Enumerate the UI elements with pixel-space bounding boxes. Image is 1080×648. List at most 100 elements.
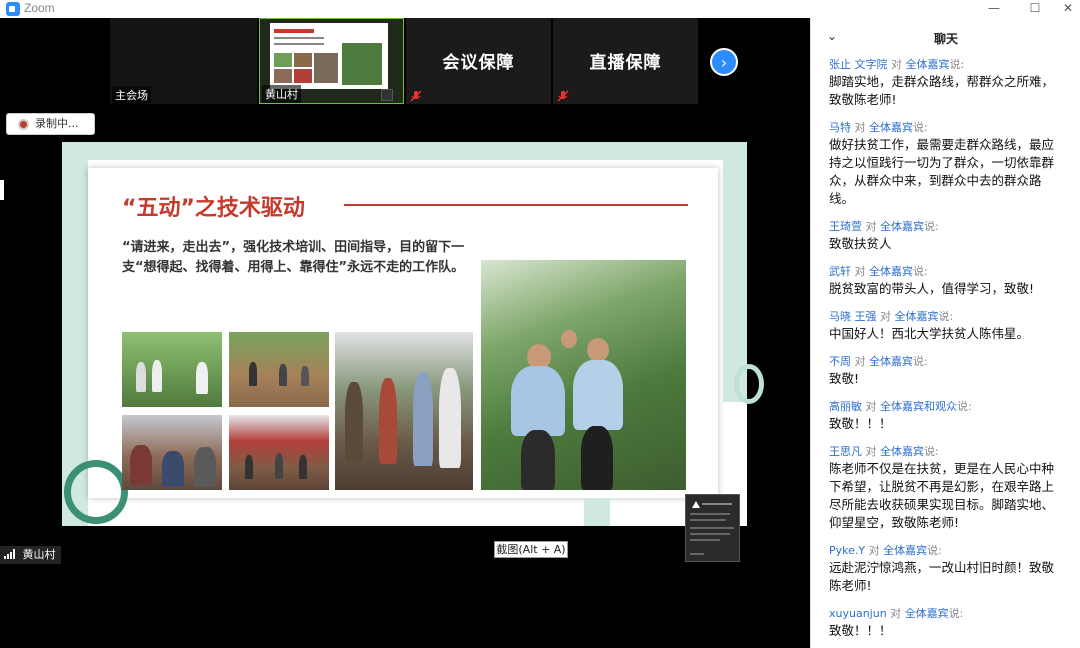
- self-view-name: 黄山村: [22, 548, 56, 561]
- mic-muted-icon: [557, 90, 569, 102]
- close-button[interactable]: ✕: [1050, 0, 1080, 18]
- recording-label: 录制中...: [35, 117, 79, 130]
- chat-message-meta: xuyuanjun 对 全体嘉宾说:: [829, 607, 964, 620]
- slide-body-text: “请进来，走出去”，强化技术培训、田间指导，目的留下一支“想得起、找得着、用得上…: [122, 240, 465, 275]
- title-underline: [344, 204, 688, 206]
- minimize-button[interactable]: —: [976, 0, 1012, 18]
- chat-panel: ⌄ 聊天 张止 文字院 对 全体嘉宾说: 脚踏实地，走群众路线，帮群众之所难，致敬…: [810, 18, 1080, 648]
- chat-recipient[interactable]: 全体嘉宾: [869, 121, 913, 134]
- window-title: Zoom: [24, 1, 55, 15]
- chat-sender[interactable]: Pyke.Y: [829, 544, 865, 557]
- chevron-right-icon: ›: [720, 53, 728, 72]
- chat-recipient[interactable]: 全体嘉宾: [883, 544, 927, 557]
- chat-message: 高丽敏 对 全体嘉宾和观众说: 致敬！！！: [829, 400, 1061, 433]
- chat-header: ⌄ 聊天: [811, 18, 1080, 54]
- chat-sender[interactable]: 不周: [829, 355, 851, 368]
- warning-popup[interactable]: [685, 494, 740, 562]
- tile-options-icon[interactable]: [381, 89, 393, 101]
- chat-message: 张止 文字院 对 全体嘉宾说: 脚踏实地，走群众路线，帮群众之所难，致敬陈老师!: [829, 58, 1061, 109]
- chat-suffix: 说:: [938, 310, 954, 323]
- chat-message-text: 致敬扶贫人: [829, 236, 892, 251]
- video-tile-meeting-support[interactable]: 会议保障: [406, 18, 551, 104]
- chat-message-text: 脚踏实地，走群众路线，帮群众之所难，致敬陈老师!: [829, 74, 1055, 107]
- chat-suffix: 说:: [924, 445, 939, 458]
- chat-sender[interactable]: 高丽敏: [829, 400, 862, 413]
- tile-label: 直播保障: [589, 53, 662, 73]
- chat-message: 马晓 王强 对 全体嘉宾说: 中国好人！西北大学扶贫人陈伟星。: [829, 310, 1061, 343]
- chat-recipient[interactable]: 全体嘉宾和观众: [880, 400, 957, 413]
- chat-suffix: 说:: [949, 58, 965, 71]
- chat-message: 王琦萱 对 全体嘉宾说: 致敬扶贫人: [829, 220, 1061, 253]
- chat-message: xuyuanjun 对 全体嘉宾说: 致敬！！！: [829, 607, 1061, 640]
- chat-message-meta: 王琦萱 对 全体嘉宾说:: [829, 220, 939, 233]
- chat-sender[interactable]: xuyuanjun: [829, 607, 887, 620]
- chat-recipient[interactable]: 全体嘉宾: [869, 355, 913, 368]
- screenshot-tooltip: 截图(Alt + A): [494, 541, 568, 558]
- chat-message-meta: 马晓 王强 对 全体嘉宾说:: [829, 310, 954, 323]
- decorative-ring: [734, 364, 764, 404]
- recording-indicator[interactable]: 录制中...: [6, 113, 95, 135]
- video-tile-live-support[interactable]: 直播保障: [553, 18, 698, 104]
- chat-sender[interactable]: 张止 文字院: [829, 58, 888, 71]
- chat-suffix: 说:: [957, 400, 972, 413]
- chat-message-meta: 不周 对 全体嘉宾说:: [829, 355, 928, 368]
- title-bar: Zoom — ☐ ✕: [0, 0, 1080, 18]
- chat-message-meta: 武轩 对 全体嘉宾说:: [829, 265, 928, 278]
- chat-message: 王思凡 对 全体嘉宾说: 陈老师不仅是在扶贫，更是在人民心中种下希望，让脱贫不再是…: [829, 445, 1061, 532]
- chat-suffix: 说:: [913, 355, 928, 368]
- next-page-button[interactable]: ›: [710, 48, 738, 76]
- chat-message-meta: Pyke.Y 对 全体嘉宾说:: [829, 544, 942, 557]
- chat-message-list[interactable]: 张止 文字院 对 全体嘉宾说: 脚踏实地，走群众路线，帮群众之所难，致敬陈老师! 马…: [829, 58, 1061, 648]
- chat-sender[interactable]: 王琦萱: [829, 220, 862, 233]
- chat-recipient[interactable]: 全体嘉宾: [880, 220, 924, 233]
- chat-message-text: 远赴泥泞惊鸿燕，一改山村旧时颜！致敬陈老师!: [829, 560, 1055, 593]
- chat-sender[interactable]: 马晓 王强: [829, 310, 877, 323]
- chat-message-meta: 张止 文字院 对 全体嘉宾说:: [829, 58, 965, 71]
- photo-greenhouse-inspection: [335, 332, 473, 490]
- signal-strength-icon: [4, 549, 16, 559]
- chat-message-meta: 马特 对 全体嘉宾说:: [829, 121, 928, 134]
- chat-title: 聊天: [933, 32, 958, 46]
- chat-recipient[interactable]: 全体嘉宾: [905, 607, 949, 620]
- chat-message-text: 做好扶贫工作，最需要走群众路线，最应持之以恒践行一切为了群众，一切依靠群众，从群…: [829, 137, 1055, 206]
- chat-message-text: 脱贫致富的带头人，值得学习，致敬!: [829, 281, 1035, 296]
- chat-recipient[interactable]: 全体嘉宾: [906, 58, 950, 71]
- chat-recipient[interactable]: 全体嘉宾: [880, 445, 924, 458]
- tile-label: 会议保障: [442, 53, 515, 73]
- chat-recipient[interactable]: 全体嘉宾: [895, 310, 939, 323]
- zoom-window: Zoom — ☐ ✕ 主会场 黄山村 会议保障 直播保障 › 录制中... “五…: [0, 0, 1080, 648]
- record-dot-icon: [18, 119, 29, 130]
- video-area: 主会场 黄山村 会议保障 直播保障 › 录制中... “五动”之技术驱动 “请进…: [0, 18, 810, 648]
- video-tile-huangshan-village[interactable]: 黄山村: [259, 18, 404, 104]
- chat-suffix: 说:: [913, 121, 928, 134]
- chat-suffix: 说:: [948, 607, 964, 620]
- maximize-button[interactable]: ☐: [1017, 0, 1053, 18]
- photo-village-greenhouse: [229, 415, 329, 490]
- shared-slide-thumbnail: [270, 23, 388, 89]
- mic-muted-icon: [410, 90, 422, 102]
- chat-message-meta: 王思凡 对 全体嘉宾说:: [829, 445, 939, 458]
- chat-suffix: 说:: [927, 544, 942, 557]
- chat-message-text: 陈老师不仅是在扶贫，更是在人民心中种下希望，让脱贫不再是幻影，在艰辛路上尽所能去…: [829, 461, 1055, 530]
- chat-sender[interactable]: 马特: [829, 121, 851, 134]
- video-tile-main-venue[interactable]: 主会场: [110, 18, 257, 104]
- chat-message: 不周 对 全体嘉宾说: 致敬!: [829, 355, 1061, 388]
- chat-suffix: 说:: [913, 265, 928, 278]
- chat-message-text: 中国好人！西北大学扶贫人陈伟星。: [829, 326, 1030, 341]
- chat-message: 马特 对 全体嘉宾说: 做好扶贫工作，最需要走群众路线，最应持之以恒践行一切为了群…: [829, 121, 1061, 208]
- chat-message: Pyke.Y 对 全体嘉宾说: 远赴泥泞惊鸿燕，一改山村旧时颜！致敬陈老师!: [829, 544, 1061, 595]
- shared-screen-slide: “五动”之技术驱动 “请进来，走出去”，强化技术培训、田间指导，目的留下一支“想…: [62, 142, 764, 526]
- zoom-logo-icon: [6, 2, 20, 16]
- chat-message-text: 致敬！！！: [829, 623, 892, 638]
- self-view-label: 黄山村: [0, 546, 61, 564]
- chat-recipient[interactable]: 全体嘉宾: [869, 265, 913, 278]
- chat-sender[interactable]: 武轩: [829, 265, 851, 278]
- chat-sender[interactable]: 王思凡: [829, 445, 862, 458]
- chat-suffix: 说:: [924, 220, 939, 233]
- side-marker: [0, 180, 4, 200]
- participant-name: 黄山村: [262, 85, 301, 103]
- photo-field-visit: [122, 332, 222, 407]
- chat-message-meta: 高丽敏 对 全体嘉宾和观众说:: [829, 400, 972, 413]
- photo-meeting: [122, 415, 222, 490]
- participant-name: 主会场: [112, 86, 151, 104]
